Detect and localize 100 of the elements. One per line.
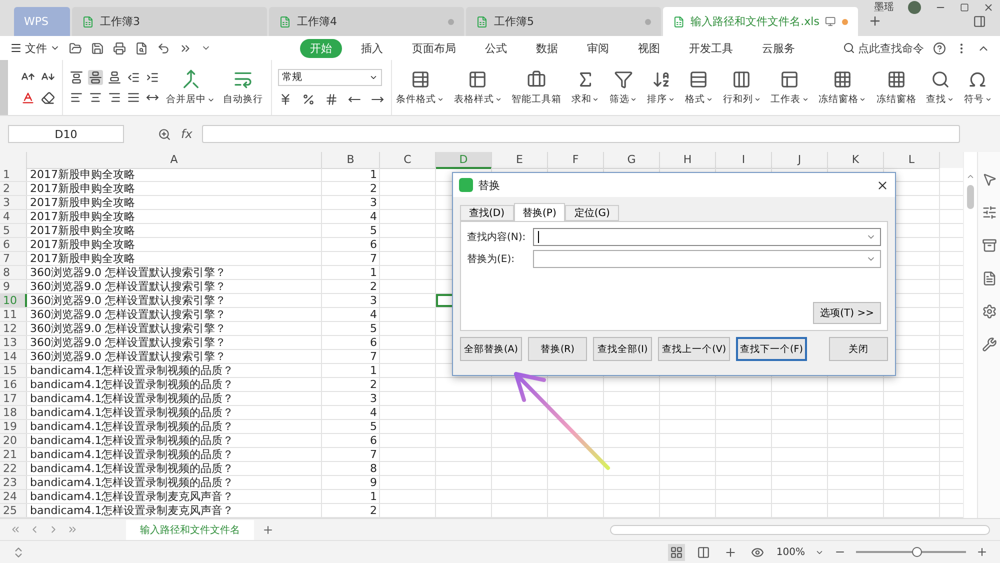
row-number[interactable]: 16 <box>0 378 27 391</box>
document-tab[interactable]: 工作簿4 <box>269 7 464 36</box>
dialog-button[interactable]: 全部替换(A) <box>460 337 522 361</box>
row-number[interactable]: 21 <box>0 448 27 461</box>
printer-icon[interactable] <box>113 42 126 54</box>
ribbon-tab[interactable]: 审阅 <box>577 38 619 58</box>
dialog-button[interactable]: 查找下一个(F) <box>736 337 807 361</box>
ribbon-tab[interactable]: 公式 <box>475 38 517 58</box>
dialog-button[interactable]: 关闭 <box>828 337 888 361</box>
caret-icon[interactable] <box>668 96 676 102</box>
wrench-icon[interactable] <box>982 337 996 352</box>
file-menu[interactable]: 文件 <box>10 40 60 56</box>
caret-icon[interactable] <box>984 96 992 102</box>
merge-icon[interactable] <box>180 69 200 89</box>
merge-button[interactable]: 合并居中 <box>164 69 217 106</box>
zoom-in-icon[interactable] <box>976 546 988 558</box>
ribbon-tab[interactable]: 开发工具 <box>679 38 743 58</box>
align-right-icon[interactable] <box>107 90 122 105</box>
add-sheet-icon[interactable] <box>262 524 274 536</box>
document-tab[interactable]: 工作簿5 <box>466 7 661 36</box>
sheet-icon[interactable] <box>780 70 800 88</box>
align-bottom-icon[interactable] <box>107 70 122 85</box>
new-tab-icon[interactable] <box>868 14 882 28</box>
row-number[interactable]: 20 <box>0 434 27 447</box>
row-number[interactable]: 22 <box>0 462 27 475</box>
sort-button[interactable]: 排序 <box>645 70 678 106</box>
funnel-icon[interactable] <box>614 70 633 88</box>
collapse-handle[interactable] <box>0 60 8 115</box>
caret-icon[interactable] <box>592 96 600 102</box>
caret-icon[interactable] <box>706 96 713 102</box>
input-field[interactable] <box>533 228 881 246</box>
caret-icon[interactable] <box>437 96 444 102</box>
number-format-select[interactable]: 常规 <box>278 68 382 86</box>
wrap-text-button[interactable]: 自动换行 <box>221 69 265 106</box>
caret-icon[interactable] <box>802 96 809 102</box>
align-middle-icon[interactable] <box>88 70 103 85</box>
table-icon[interactable] <box>468 70 488 88</box>
search-button[interactable]: 查找 <box>924 70 956 106</box>
document-tab[interactable]: 工作簿3 <box>72 7 267 36</box>
grid-button[interactable]: 冻结窗格 <box>874 70 918 106</box>
table-button[interactable]: 条件格式 <box>394 70 446 106</box>
sheet-tab[interactable]: 输入路径和文件文件名 <box>126 520 254 540</box>
scroll-up-icon[interactable] <box>966 172 975 181</box>
settings-icon[interactable] <box>982 304 996 319</box>
ribbon-tab[interactable]: 插入 <box>351 38 393 58</box>
row-number[interactable]: 6 <box>0 238 27 251</box>
ribbon-tab[interactable]: 数据 <box>526 38 568 58</box>
align-center-icon[interactable] <box>88 90 103 105</box>
toolbox-icon[interactable] <box>527 70 546 88</box>
ribbon-tab[interactable]: 视图 <box>628 38 670 58</box>
row-number[interactable]: 15 <box>0 364 27 377</box>
search-icon[interactable] <box>930 70 950 88</box>
dialog-tab[interactable]: 查找(D) <box>460 205 514 221</box>
options-button[interactable]: 选项(T) >> <box>813 302 881 324</box>
row-number[interactable]: 2 <box>0 182 27 195</box>
dialog-button[interactable]: 查找全部(I) <box>593 337 652 361</box>
row-number[interactable]: 19 <box>0 420 27 433</box>
row-number[interactable]: 7 <box>0 252 27 265</box>
toolbox-button[interactable]: 智能工具箱 <box>510 70 564 106</box>
sort-icon[interactable] <box>652 70 671 88</box>
table-button[interactable]: 表格样式 <box>452 70 504 106</box>
row-number[interactable]: 1 <box>0 168 27 181</box>
maximize-icon[interactable] <box>960 2 969 12</box>
archive-icon[interactable] <box>982 238 996 253</box>
row-number[interactable]: 17 <box>0 392 27 405</box>
close-icon[interactable] <box>983 2 994 12</box>
table-icon[interactable] <box>410 70 430 88</box>
columns-button[interactable]: 行和列 <box>720 70 763 106</box>
save-icon[interactable] <box>91 42 104 54</box>
row-number[interactable]: 24 <box>0 490 27 503</box>
folder-icon[interactable] <box>69 42 82 54</box>
command-search[interactable]: 点此查找命令 <box>843 40 924 56</box>
formula-input[interactable] <box>202 125 960 143</box>
caret-icon[interactable] <box>754 96 761 102</box>
help-icon[interactable] <box>933 42 946 54</box>
scrollbar-thumb[interactable] <box>967 185 974 209</box>
first-sheet-icon[interactable] <box>10 524 21 535</box>
funnel-button[interactable]: 筛选 <box>607 70 640 106</box>
function-label[interactable]: fx <box>181 127 192 141</box>
align-left-icon[interactable] <box>69 90 84 105</box>
row-number[interactable]: 11 <box>0 308 27 321</box>
normal-view-icon[interactable] <box>668 544 686 560</box>
row-number[interactable]: 12 <box>0 322 27 335</box>
rows-icon[interactable] <box>689 70 708 88</box>
document-icon[interactable] <box>982 271 996 286</box>
hash-icon[interactable] <box>324 92 339 106</box>
sheet-button[interactable]: 工作表 <box>768 70 811 106</box>
row-number[interactable]: 13 <box>0 336 27 349</box>
input-field[interactable] <box>533 250 881 268</box>
document-tab[interactable]: 输入路径和文件文件名.xls <box>663 7 858 36</box>
eraser-icon[interactable] <box>40 90 56 106</box>
caret-icon[interactable] <box>859 96 866 102</box>
side-panel-icon[interactable] <box>973 15 986 28</box>
sigma-button[interactable]: 求和 <box>569 70 602 106</box>
menu-icon[interactable] <box>10 42 22 54</box>
ribbon-tab[interactable]: 云服务 <box>752 38 805 58</box>
horizontal-scrollbar[interactable] <box>610 524 990 534</box>
monitor-icon[interactable] <box>825 16 836 27</box>
undo-icon[interactable] <box>157 42 170 54</box>
zoom-level[interactable]: 100% <box>776 546 805 558</box>
